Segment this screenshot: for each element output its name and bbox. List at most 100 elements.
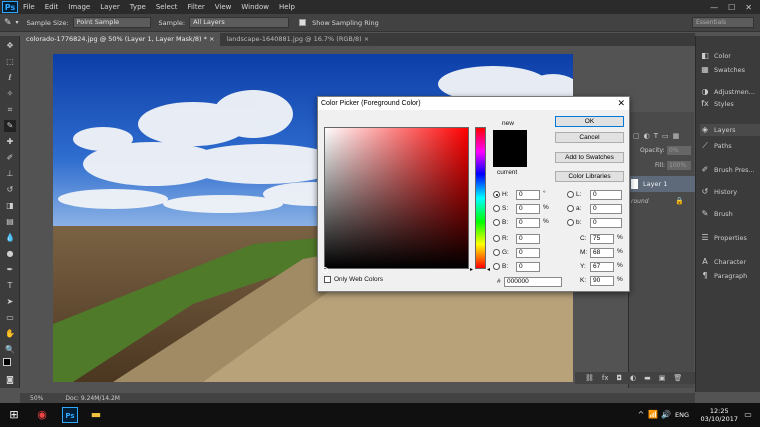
red-radio[interactable]	[493, 235, 500, 242]
cancel-button[interactable]: Cancel	[555, 132, 624, 143]
windows-start-icon[interactable]: ⊞	[6, 407, 22, 423]
photoshop-taskbar-icon[interactable]: Ps	[62, 407, 78, 423]
file-explorer-icon[interactable]: ▬	[88, 407, 104, 423]
lab-l-field[interactable]: 0	[590, 190, 622, 200]
panel-character[interactable]: A Character	[700, 256, 760, 268]
add-mask-icon[interactable]: ◘	[617, 374, 623, 382]
healing-brush-tool-icon[interactable]: ✚	[4, 136, 16, 148]
zoom-tool-icon[interactable]: 🔍	[4, 344, 16, 356]
saturation-radio[interactable]	[493, 205, 500, 212]
type-tool-icon[interactable]: T	[4, 280, 16, 292]
language-indicator[interactable]: ENG	[675, 411, 689, 419]
pen-tool-icon[interactable]: ✒	[4, 264, 16, 276]
menu-type[interactable]: Type	[125, 0, 151, 14]
layer-style-icon[interactable]: fx	[602, 374, 609, 382]
menu-view[interactable]: View	[210, 0, 237, 14]
lab-l-radio[interactable]	[567, 191, 574, 198]
color-field-cursor[interactable]	[322, 267, 328, 273]
trash-icon[interactable]: 🗑	[673, 374, 682, 382]
magic-wand-tool-icon[interactable]: ✧	[4, 88, 16, 100]
menu-select[interactable]: Select	[151, 0, 183, 14]
yellow-field[interactable]: 67	[590, 262, 614, 272]
path-selection-tool-icon[interactable]: ➤	[4, 296, 16, 308]
tab-landscape[interactable]: landscape-1640881.jpg @ 16.7% (RGB/8) ×	[220, 33, 375, 46]
crop-tool-icon[interactable]: ⌗	[4, 104, 16, 116]
menu-window[interactable]: Window	[236, 0, 274, 14]
blue-field[interactable]: 0	[516, 262, 540, 272]
eyedropper-tool-icon[interactable]: ✎	[4, 120, 16, 132]
new-group-icon[interactable]: ▬	[644, 374, 651, 382]
hand-tool-icon[interactable]: ✋	[4, 328, 16, 340]
ok-button[interactable]: OK	[555, 116, 624, 127]
layer-row-layer-1[interactable]: Layer 1	[629, 176, 695, 192]
lab-a-radio[interactable]	[567, 205, 574, 212]
green-field[interactable]: 0	[516, 248, 540, 258]
notifications-icon[interactable]: ▭	[740, 407, 756, 423]
brightness-field[interactable]: 0	[516, 218, 540, 228]
foreground-color-swatch[interactable]	[3, 358, 11, 366]
fill-input[interactable]: 100%	[667, 161, 691, 170]
panel-paragraph[interactable]: ¶ Paragraph	[700, 270, 760, 282]
menu-edit[interactable]: Edit	[40, 0, 64, 14]
panel-paths[interactable]: ⟋ Paths	[700, 140, 760, 152]
maximize-button[interactable]: ☐	[728, 3, 735, 12]
panel-swatches[interactable]: ▦ Swatches	[700, 64, 760, 76]
minimize-button[interactable]: —	[710, 3, 718, 12]
current-color-swatch[interactable]	[493, 149, 527, 167]
new-layer-icon[interactable]: ▣	[659, 374, 666, 382]
magenta-field[interactable]: 68	[590, 248, 614, 258]
green-radio[interactable]	[493, 249, 500, 256]
hue-field[interactable]: 0	[516, 190, 540, 200]
menu-help[interactable]: Help	[274, 0, 300, 14]
menu-file[interactable]: File	[18, 0, 40, 14]
panel-history[interactable]: ↺ History	[700, 186, 760, 198]
lab-b-radio[interactable]	[567, 219, 574, 226]
menu-image[interactable]: Image	[63, 0, 95, 14]
saturation-field[interactable]: 0	[516, 204, 540, 214]
tab-close-icon[interactable]: ×	[364, 35, 369, 43]
cyan-field[interactable]: 75	[590, 234, 614, 244]
hue-slider[interactable]	[475, 127, 486, 269]
only-web-colors-checkbox[interactable]	[324, 276, 331, 283]
black-field[interactable]: 90	[590, 276, 614, 286]
tab-colorado[interactable]: colorado-1776824.jpg @ 50% (Layer 1, Lay…	[20, 33, 221, 46]
workspace-select[interactable]: Essentials	[692, 17, 754, 28]
lab-a-field[interactable]: 0	[590, 204, 622, 214]
chrome-icon[interactable]: ◉	[34, 407, 50, 423]
add-to-swatches-button[interactable]: Add to Swatches	[555, 152, 624, 163]
zoom-level[interactable]: 50%	[30, 395, 43, 402]
eraser-tool-icon[interactable]: ◨	[4, 200, 16, 212]
move-tool-icon[interactable]: ✥	[4, 40, 16, 52]
volume-icon[interactable]: 🔊	[658, 407, 674, 423]
rectangle-tool-icon[interactable]: ▭	[4, 312, 16, 324]
hue-slider-left-arrow[interactable]: ▸	[470, 266, 473, 273]
dialog-close-button[interactable]: ✕	[617, 97, 625, 110]
panel-styles[interactable]: fx Styles	[700, 100, 760, 108]
lab-b-field[interactable]: 0	[590, 218, 622, 228]
layer-mask-thumbnail[interactable]	[631, 179, 638, 189]
color-libraries-button[interactable]: Color Libraries	[555, 171, 624, 182]
layer-filter-icons[interactable]: ▢ ◐ T ▭ ▦	[633, 132, 679, 140]
clone-stamp-tool-icon[interactable]: ⊥	[4, 168, 16, 180]
background-layer-name[interactable]: round	[631, 198, 649, 205]
hue-slider-right-arrow[interactable]: ◂	[487, 266, 490, 273]
menu-layer[interactable]: Layer	[95, 0, 125, 14]
history-brush-tool-icon[interactable]: ↺	[4, 184, 16, 196]
menu-filter[interactable]: Filter	[182, 0, 209, 14]
panel-brush-presets[interactable]: ✐ Brush Pres...	[700, 164, 760, 176]
link-layers-icon[interactable]: ⛓	[585, 374, 594, 382]
marquee-tool-icon[interactable]: ⬚	[4, 56, 16, 68]
blue-radio[interactable]	[493, 263, 500, 270]
panel-color[interactable]: ◧ Color	[700, 50, 760, 62]
adjustment-layer-icon[interactable]: ◐	[630, 374, 636, 382]
blur-tool-icon[interactable]: 💧	[4, 232, 16, 244]
lasso-tool-icon[interactable]: ℓ	[4, 72, 16, 84]
tool-preset-chevron-icon[interactable]: ▾	[16, 19, 19, 26]
dodge-tool-icon[interactable]: ●	[4, 248, 16, 260]
brush-tool-icon[interactable]: ✐	[4, 152, 16, 164]
sample-size-select[interactable]: Point Sample	[72, 17, 151, 28]
tab-close-icon[interactable]: ×	[209, 35, 214, 43]
panel-layers[interactable]: ◈ Layers	[700, 124, 760, 136]
gradient-tool-icon[interactable]: ▤	[4, 216, 16, 228]
layer-name[interactable]: Layer 1	[643, 180, 667, 188]
